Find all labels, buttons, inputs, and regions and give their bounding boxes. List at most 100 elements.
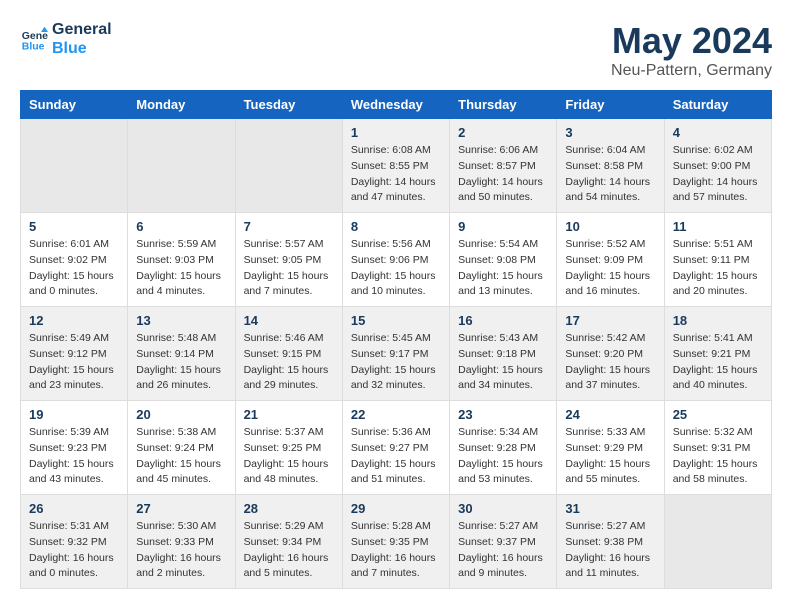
calendar-week-row: 1 Sunrise: 6:08 AMSunset: 8:55 PMDaylight… [21,119,772,213]
day-number: 5 [29,219,119,234]
day-info: Sunrise: 5:41 AMSunset: 9:21 PMDaylight:… [673,331,763,394]
calendar-cell: 6 Sunrise: 5:59 AMSunset: 9:03 PMDaylight… [128,213,235,307]
day-info: Sunrise: 5:46 AMSunset: 9:15 PMDaylight:… [244,331,334,394]
day-info: Sunrise: 5:48 AMSunset: 9:14 PMDaylight:… [136,331,226,394]
day-info: Sunrise: 5:39 AMSunset: 9:23 PMDaylight:… [29,425,119,488]
day-number: 6 [136,219,226,234]
day-number: 21 [244,407,334,422]
day-info: Sunrise: 5:32 AMSunset: 9:31 PMDaylight:… [673,425,763,488]
day-number: 22 [351,407,441,422]
calendar-cell: 21 Sunrise: 5:37 AMSunset: 9:25 PMDayligh… [235,401,342,495]
calendar-week-row: 19 Sunrise: 5:39 AMSunset: 9:23 PMDayligh… [21,401,772,495]
day-info: Sunrise: 5:31 AMSunset: 9:32 PMDaylight:… [29,519,119,582]
weekday-header-wednesday: Wednesday [342,91,449,119]
calendar-cell: 4Sunrise: 6:02 AMSunset: 9:00 PMDaylight… [664,119,771,213]
weekday-header-sunday: Sunday [21,91,128,119]
calendar-cell: 28 Sunrise: 5:29 AMSunset: 9:34 PMDayligh… [235,495,342,589]
calendar-cell: 2Sunrise: 6:06 AMSunset: 8:57 PMDaylight… [450,119,557,213]
day-number: 25 [673,407,763,422]
month-year-title: May 2024 [611,20,772,62]
page-header: General Blue General Blue May 2024 Neu-P… [20,20,772,80]
day-number: 19 [29,407,119,422]
weekday-header-thursday: Thursday [450,91,557,119]
day-number: 13 [136,313,226,328]
day-info: Sunrise: 5:33 AMSunset: 9:29 PMDaylight:… [565,425,655,488]
day-info: Sunrise: 5:51 AMSunset: 9:11 PMDaylight:… [673,237,763,300]
calendar-cell: 13 Sunrise: 5:48 AMSunset: 9:14 PMDayligh… [128,307,235,401]
calendar-cell: 18 Sunrise: 5:41 AMSunset: 9:21 PMDayligh… [664,307,771,401]
day-info: Sunrise: 5:59 AMSunset: 9:03 PMDaylight:… [136,237,226,300]
day-info: Sunrise: 5:27 AMSunset: 9:38 PMDaylight:… [565,519,655,582]
calendar-cell: 23 Sunrise: 5:34 AMSunset: 9:28 PMDayligh… [450,401,557,495]
day-number: 3 [565,125,655,140]
calendar-cell: 30 Sunrise: 5:27 AMSunset: 9:37 PMDayligh… [450,495,557,589]
day-number: 8 [351,219,441,234]
weekday-header-friday: Friday [557,91,664,119]
calendar-cell: 24 Sunrise: 5:33 AMSunset: 9:29 PMDayligh… [557,401,664,495]
calendar-cell: 15 Sunrise: 5:45 AMSunset: 9:17 PMDayligh… [342,307,449,401]
calendar-cell: 17Sunrise: 5:42 AMSunset: 9:20 PMDayligh… [557,307,664,401]
calendar-cell [21,119,128,213]
calendar-table: SundayMondayTuesdayWednesdayThursdayFrid… [20,90,772,589]
calendar-week-row: 12 Sunrise: 5:49 AMSunset: 9:12 PMDayligh… [21,307,772,401]
day-info: Sunrise: 6:04 AMSunset: 8:58 PMDaylight:… [565,143,655,206]
day-number: 17 [565,313,655,328]
calendar-week-row: 26Sunrise: 5:31 AMSunset: 9:32 PMDayligh… [21,495,772,589]
day-number: 31 [565,501,655,516]
day-info: Sunrise: 5:45 AMSunset: 9:17 PMDaylight:… [351,331,441,394]
day-number: 12 [29,313,119,328]
day-info: Sunrise: 5:56 AMSunset: 9:06 PMDaylight:… [351,237,441,300]
day-info: Sunrise: 5:49 AMSunset: 9:12 PMDaylight:… [29,331,119,394]
day-info: Sunrise: 5:37 AMSunset: 9:25 PMDaylight:… [244,425,334,488]
day-info: Sunrise: 6:01 AMSunset: 9:02 PMDaylight:… [29,237,119,300]
calendar-cell: 31 Sunrise: 5:27 AMSunset: 9:38 PMDayligh… [557,495,664,589]
day-number: 28 [244,501,334,516]
day-number: 15 [351,313,441,328]
day-number: 23 [458,407,548,422]
calendar-cell: 10Sunrise: 5:52 AMSunset: 9:09 PMDayligh… [557,213,664,307]
day-number: 7 [244,219,334,234]
day-number: 14 [244,313,334,328]
day-info: Sunrise: 5:54 AMSunset: 9:08 PMDaylight:… [458,237,548,300]
day-number: 24 [565,407,655,422]
calendar-week-row: 5 Sunrise: 6:01 AMSunset: 9:02 PMDaylight… [21,213,772,307]
day-number: 18 [673,313,763,328]
day-number: 4 [673,125,763,140]
calendar-cell [664,495,771,589]
day-info: Sunrise: 6:06 AMSunset: 8:57 PMDaylight:… [458,143,548,206]
weekday-header-monday: Monday [128,91,235,119]
day-info: Sunrise: 5:29 AMSunset: 9:34 PMDaylight:… [244,519,334,582]
day-number: 11 [673,219,763,234]
calendar-cell: 9 Sunrise: 5:54 AMSunset: 9:08 PMDaylight… [450,213,557,307]
calendar-cell: 29 Sunrise: 5:28 AMSunset: 9:35 PMDayligh… [342,495,449,589]
day-info: Sunrise: 6:08 AMSunset: 8:55 PMDaylight:… [351,143,441,206]
calendar-cell: 8 Sunrise: 5:56 AMSunset: 9:06 PMDaylight… [342,213,449,307]
calendar-cell: 11 Sunrise: 5:51 AMSunset: 9:11 PMDayligh… [664,213,771,307]
day-number: 29 [351,501,441,516]
title-block: May 2024 Neu-Pattern, Germany [611,20,772,80]
calendar-cell: 12 Sunrise: 5:49 AMSunset: 9:12 PMDayligh… [21,307,128,401]
calendar-cell: 20Sunrise: 5:38 AMSunset: 9:24 PMDayligh… [128,401,235,495]
day-info: Sunrise: 5:28 AMSunset: 9:35 PMDaylight:… [351,519,441,582]
day-info: Sunrise: 5:36 AMSunset: 9:27 PMDaylight:… [351,425,441,488]
day-number: 16 [458,313,548,328]
logo-icon: General Blue [20,25,48,53]
calendar-cell: 3 Sunrise: 6:04 AMSunset: 8:58 PMDaylight… [557,119,664,213]
calendar-cell [235,119,342,213]
calendar-cell: 25 Sunrise: 5:32 AMSunset: 9:31 PMDayligh… [664,401,771,495]
day-info: Sunrise: 5:34 AMSunset: 9:28 PMDaylight:… [458,425,548,488]
day-number: 1 [351,125,441,140]
calendar-cell [128,119,235,213]
logo-general: General [52,20,112,39]
weekday-header-saturday: Saturday [664,91,771,119]
day-number: 27 [136,501,226,516]
calendar-cell: 1 Sunrise: 6:08 AMSunset: 8:55 PMDaylight… [342,119,449,213]
weekday-header-tuesday: Tuesday [235,91,342,119]
day-info: Sunrise: 5:27 AMSunset: 9:37 PMDaylight:… [458,519,548,582]
logo: General Blue General Blue [20,20,112,58]
day-number: 30 [458,501,548,516]
calendar-cell: 16Sunrise: 5:43 AMSunset: 9:18 PMDayligh… [450,307,557,401]
day-number: 9 [458,219,548,234]
calendar-cell: 14 Sunrise: 5:46 AMSunset: 9:15 PMDayligh… [235,307,342,401]
calendar-cell: 7Sunrise: 5:57 AMSunset: 9:05 PMDaylight… [235,213,342,307]
